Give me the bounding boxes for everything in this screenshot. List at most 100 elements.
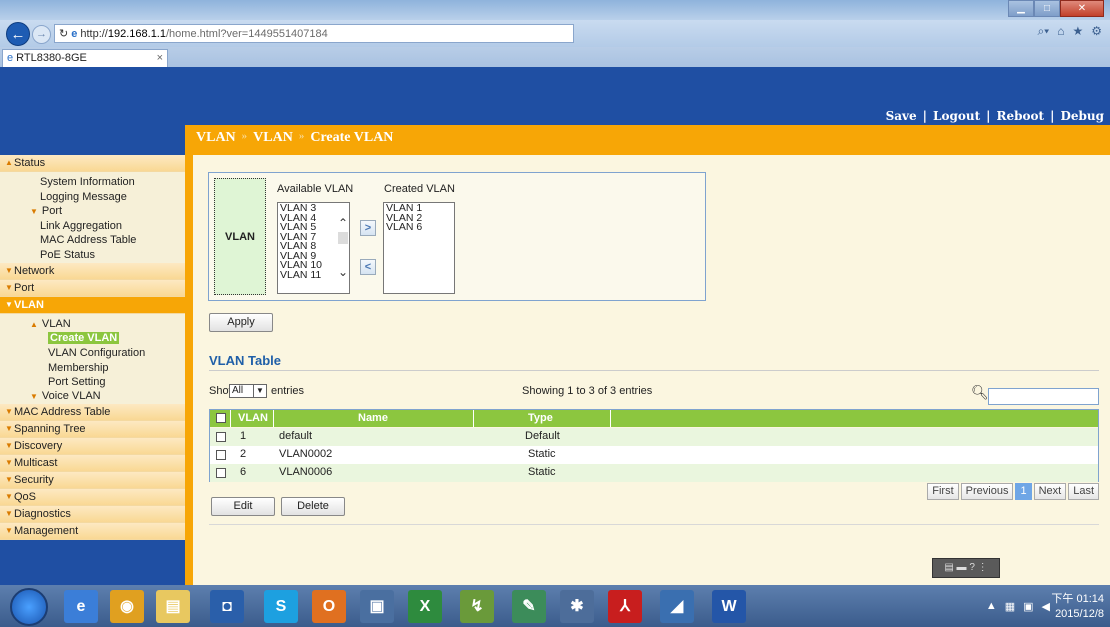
save-link[interactable]: Save (886, 109, 917, 123)
edit-button[interactable]: Edit (211, 497, 275, 516)
remove-vlan-arrow-button[interactable]: < (360, 259, 376, 275)
remote-desktop-taskbar-icon[interactable]: ▣ (360, 590, 394, 623)
chrome-taskbar-icon[interactable]: ◉ (110, 590, 144, 623)
app-taskbar-icon[interactable]: ◢ (660, 590, 694, 623)
sidebar-item-port[interactable]: ▼ Port (0, 280, 185, 297)
sidebar-item-spanning-tree[interactable]: ▼ Spanning Tree (0, 421, 185, 438)
sidebar-item-port-status[interactable]: ▼ Port (0, 204, 185, 219)
tftp-taskbar-icon[interactable]: ↯ (460, 590, 494, 623)
next-page-button[interactable]: Next (1033, 483, 1067, 500)
sidebar-item-status[interactable]: ▲ Status (0, 155, 185, 172)
acrobat-taskbar-icon[interactable]: ⅄ (608, 590, 642, 623)
sidebar-item-vlan-sub[interactable]: ▲ VLAN (0, 317, 185, 332)
outlook-taskbar-icon[interactable]: O (312, 590, 346, 623)
divider (209, 370, 1099, 371)
breadcrumb-separator: » (298, 130, 305, 142)
row-checkbox[interactable] (216, 450, 226, 460)
sidebar-item-vlan-configuration[interactable]: VLAN Configuration (0, 346, 185, 361)
sidebar-item-port-setting[interactable]: Port Setting (0, 375, 185, 390)
settings-gear-icon[interactable]: ⚙ (1091, 24, 1102, 39)
sidebar-item-logging-message[interactable]: Logging Message (0, 190, 185, 205)
entries-select[interactable]: All ▼ (229, 384, 267, 398)
entries-select-value: All (232, 385, 244, 396)
word-taskbar-icon[interactable]: W (712, 590, 746, 623)
sidebar-item-system-information[interactable]: System Information (0, 175, 185, 190)
select-all-checkbox[interactable] (216, 413, 226, 423)
add-vlan-arrow-button[interactable]: > (360, 220, 376, 236)
sidebar-item-membership[interactable]: Membership (0, 361, 185, 376)
sidebar-item-security[interactable]: ▼ Security (0, 472, 185, 489)
sidebar-item-diagnostics[interactable]: ▼ Diagnostics (0, 506, 185, 523)
tab-close-icon[interactable]: × (157, 52, 163, 64)
skype-taskbar-icon[interactable]: S (264, 590, 298, 623)
refresh-icon[interactable]: ↻ (59, 28, 68, 40)
address-bar[interactable]: ↻ e http://192.168.1.1/home.html?ver=14495… (54, 24, 574, 43)
created-vlan-list[interactable]: VLAN 1 VLAN 2 VLAN 6 (383, 202, 455, 294)
chevron-down-icon[interactable]: ▼ (253, 385, 266, 397)
sidebar-item-link-aggregation[interactable]: Link Aggregation (0, 219, 185, 234)
search-icon[interactable]: ⌕▾ (1037, 24, 1049, 39)
browser-tab[interactable]: e RTL8380-8GE × (2, 49, 168, 67)
search-input[interactable] (988, 388, 1099, 405)
excel-taskbar-icon[interactable]: X (408, 590, 442, 623)
pagination: First Previous 1 Next Last (927, 483, 1099, 500)
current-page-button[interactable]: 1 (1015, 483, 1032, 500)
first-page-button[interactable]: First (927, 483, 959, 500)
sidebar-item-discovery[interactable]: ▼ Discovery (0, 438, 185, 455)
network-tool-taskbar-icon[interactable]: ✱ (560, 590, 594, 623)
column-header-vlan[interactable]: VLAN (238, 412, 268, 424)
minimize-icon[interactable]: ▁ (1008, 0, 1034, 17)
sidebar-item-label: PoE Status (40, 249, 96, 261)
notepad-taskbar-icon[interactable]: ✎ (512, 590, 546, 623)
scroll-thumb[interactable] (338, 232, 348, 244)
table-row[interactable]: 2 VLAN0002 Static (210, 446, 1098, 464)
sidebar-item-network[interactable]: ▼ Network (0, 263, 185, 280)
sidebar-item-qos[interactable]: ▼ QoS (0, 489, 185, 506)
row-checkbox[interactable] (216, 468, 226, 478)
sidebar-item-mac-address-table[interactable]: ▼ MAC Address Table (0, 404, 185, 421)
reboot-link[interactable]: Reboot (997, 109, 1045, 123)
home-icon[interactable]: ⌂ (1057, 24, 1064, 39)
debug-link[interactable]: Debug (1060, 109, 1104, 123)
last-page-button[interactable]: Last (1068, 483, 1099, 500)
tray-flag-icon[interactable]: ▦ (1005, 600, 1015, 613)
column-header-name[interactable]: Name (358, 412, 388, 424)
back-arrow-icon[interactable]: ← (6, 22, 30, 46)
logout-link[interactable]: Logout (933, 109, 980, 123)
sidebar-item-poe-status[interactable]: PoE Status (0, 248, 185, 263)
breadcrumb-part: VLAN (253, 130, 293, 145)
scroll-down-icon[interactable]: ⌄ (337, 266, 349, 278)
sidebar-item-label: Create VLAN (48, 332, 120, 344)
sidebar-item-label: MAC Address Table (14, 406, 111, 418)
delete-button[interactable]: Delete (281, 497, 345, 516)
help-toolbar-icon[interactable]: ▤ ▬ ? ⋮ (932, 558, 1000, 578)
table-row[interactable]: 1 default Default (210, 428, 1098, 446)
media-player-taskbar-icon[interactable]: ◘ (210, 590, 244, 623)
start-button-icon[interactable] (10, 588, 48, 626)
close-icon[interactable]: ✕ (1060, 0, 1104, 17)
table-row[interactable]: 6 VLAN0006 Static (210, 464, 1098, 482)
tray-network-icon[interactable]: ▣ (1023, 600, 1033, 613)
column-header-type[interactable]: Type (528, 412, 553, 424)
file-explorer-taskbar-icon[interactable]: ▤ (156, 590, 190, 623)
ie-taskbar-icon[interactable]: e (64, 590, 98, 623)
favorites-star-icon[interactable]: ★ (1072, 24, 1083, 39)
list-item[interactable]: VLAN 6 (386, 222, 452, 233)
sidebar-item-label: VLAN (41, 318, 71, 330)
previous-page-button[interactable]: Previous (960, 483, 1014, 500)
sidebar-item-multicast[interactable]: ▼ Multicast (0, 455, 185, 472)
tray-volume-icon[interactable]: ◀ (1042, 600, 1050, 613)
sidebar-item-create-vlan[interactable]: Create VLAN (0, 331, 185, 346)
sidebar-item-vlan[interactable]: ▼ VLAN (0, 297, 185, 314)
sidebar-item-voice-vlan[interactable]: ▼ Voice VLAN (0, 389, 185, 404)
sidebar-item-management[interactable]: ▼ Management (0, 523, 185, 540)
maximize-icon[interactable]: □ (1034, 0, 1060, 17)
apply-button[interactable]: Apply (209, 313, 273, 332)
sidebar-item-mac-address-table-status[interactable]: MAC Address Table (0, 233, 185, 248)
clock[interactable]: 下午 01:14 2015/12/8 (1051, 592, 1104, 622)
tray-expand-icon[interactable]: ▲ (986, 600, 997, 613)
forward-arrow-icon[interactable]: → (32, 25, 51, 44)
scroll-up-icon[interactable]: ⌃ (337, 217, 349, 229)
tab-title: RTL8380-8GE (16, 52, 87, 64)
row-checkbox[interactable] (216, 432, 226, 442)
